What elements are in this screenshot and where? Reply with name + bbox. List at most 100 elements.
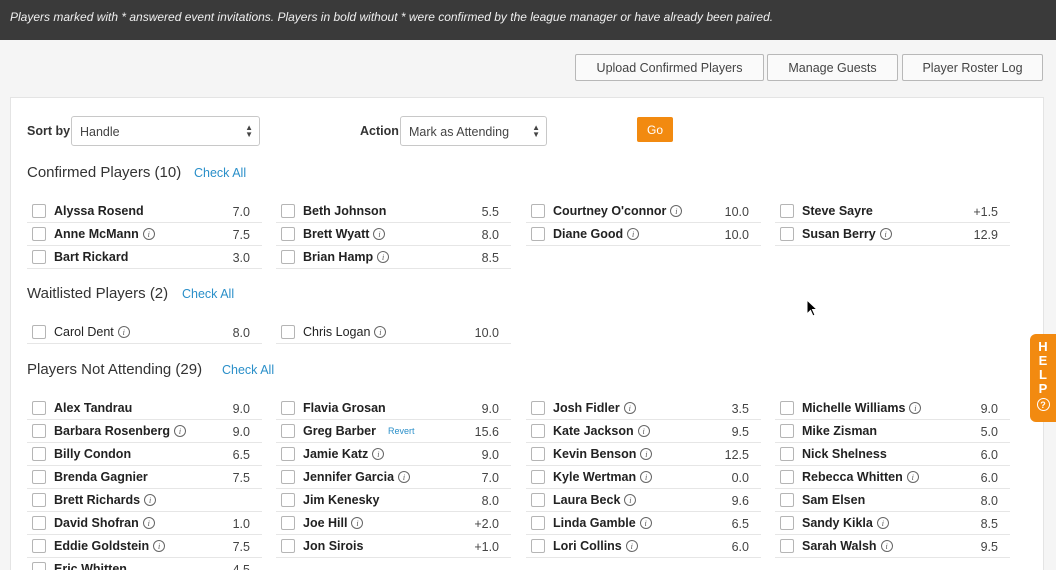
player-row[interactable]: Linda Gamble i 6.5 (526, 512, 761, 535)
player-row[interactable]: Anne McMann i 7.5 (27, 223, 262, 246)
waitlisted-check-all-link[interactable]: Check All (182, 287, 234, 301)
info-icon[interactable]: i (351, 517, 364, 529)
info-icon[interactable]: i (637, 425, 650, 437)
info-icon[interactable]: i (398, 471, 411, 483)
info-icon[interactable]: i (372, 448, 385, 460)
player-checkbox[interactable] (780, 227, 794, 241)
player-checkbox[interactable] (281, 447, 295, 461)
player-roster-log-button[interactable]: Player Roster Log (902, 54, 1043, 81)
player-checkbox[interactable] (281, 539, 295, 553)
player-row[interactable]: Greg Barber Revert 15.6 (276, 420, 511, 443)
player-row[interactable]: Brett Wyatt i 8.0 (276, 223, 511, 246)
player-checkbox[interactable] (32, 401, 46, 415)
player-row[interactable]: Eric Whitten 4.5 (27, 558, 262, 570)
player-checkbox[interactable] (281, 424, 295, 438)
player-row[interactable]: Beth Johnson 5.5 (276, 200, 511, 223)
player-row[interactable]: Joe Hill i +2.0 (276, 512, 511, 535)
player-checkbox[interactable] (281, 470, 295, 484)
player-row[interactable]: Nick Shelness 6.0 (775, 443, 1010, 466)
player-row[interactable]: Barbara Rosenberg i 9.0 (27, 420, 262, 443)
player-checkbox[interactable] (32, 493, 46, 507)
player-row[interactable]: Susan Berry i 12.9 (775, 223, 1010, 246)
player-row[interactable]: Brian Hamp i 8.5 (276, 246, 511, 269)
player-checkbox[interactable] (281, 204, 295, 218)
info-icon[interactable]: i (880, 540, 893, 552)
player-row[interactable]: Alex Tandrau 9.0 (27, 397, 262, 420)
player-row[interactable]: Kevin Benson i 12.5 (526, 443, 761, 466)
player-row[interactable]: Lori Collins i 6.0 (526, 535, 761, 558)
player-row[interactable]: Courtney O'connor i 10.0 (526, 200, 761, 223)
info-icon[interactable]: i (117, 326, 130, 338)
info-icon[interactable]: i (374, 326, 387, 338)
player-checkbox[interactable] (32, 424, 46, 438)
player-row[interactable]: Jamie Katz i 9.0 (276, 443, 511, 466)
player-checkbox[interactable] (32, 562, 46, 570)
player-checkbox[interactable] (32, 325, 46, 339)
info-icon[interactable]: i (142, 517, 155, 529)
info-icon[interactable]: i (625, 540, 638, 552)
player-checkbox[interactable] (780, 493, 794, 507)
player-checkbox[interactable] (281, 250, 295, 264)
player-row[interactable]: Alyssa Rosend 7.0 (27, 200, 262, 223)
player-row[interactable]: Diane Good i 10.0 (526, 223, 761, 246)
player-row[interactable]: Billy Condon 6.5 (27, 443, 262, 466)
player-checkbox[interactable] (531, 539, 545, 553)
player-row[interactable]: Steve Sayre +1.5 (775, 200, 1010, 223)
player-checkbox[interactable] (780, 539, 794, 553)
player-row[interactable]: Brenda Gagnier 7.5 (27, 466, 262, 489)
action-select[interactable]: Mark as Attending ▲ ▼ (400, 116, 547, 146)
player-checkbox[interactable] (32, 227, 46, 241)
player-checkbox[interactable] (531, 227, 545, 241)
info-icon[interactable]: i (670, 205, 683, 217)
player-row[interactable]: Kyle Wertman i 0.0 (526, 466, 761, 489)
upload-confirmed-players-button[interactable]: Upload Confirmed Players (575, 54, 764, 81)
player-checkbox[interactable] (531, 401, 545, 415)
player-row[interactable]: Chris Logan i 10.0 (276, 321, 511, 344)
info-icon[interactable]: i (174, 425, 187, 437)
player-row[interactable]: Laura Beck i 9.6 (526, 489, 761, 512)
player-checkbox[interactable] (281, 516, 295, 530)
info-icon[interactable]: i (640, 471, 653, 483)
player-checkbox[interactable] (32, 539, 46, 553)
revert-link[interactable]: Revert (388, 426, 415, 436)
player-checkbox[interactable] (32, 470, 46, 484)
player-row[interactable]: Sandy Kikla i 8.5 (775, 512, 1010, 535)
player-checkbox[interactable] (531, 470, 545, 484)
info-icon[interactable]: i (909, 402, 922, 414)
player-row[interactable]: Jim Kenesky 8.0 (276, 489, 511, 512)
player-row[interactable]: Jon Sirois +1.0 (276, 535, 511, 558)
player-checkbox[interactable] (531, 493, 545, 507)
player-row[interactable]: Sarah Walsh i 9.5 (775, 535, 1010, 558)
player-checkbox[interactable] (32, 516, 46, 530)
sort-select[interactable]: Handle ▲ ▼ (71, 116, 260, 146)
info-icon[interactable]: i (639, 517, 652, 529)
player-row[interactable]: Jennifer Garcia i 7.0 (276, 466, 511, 489)
player-checkbox[interactable] (281, 493, 295, 507)
info-icon[interactable]: i (624, 494, 637, 506)
manage-guests-button[interactable]: Manage Guests (767, 54, 898, 81)
player-checkbox[interactable] (281, 401, 295, 415)
info-icon[interactable]: i (377, 251, 390, 263)
player-checkbox[interactable] (281, 227, 295, 241)
info-icon[interactable]: i (640, 448, 653, 460)
player-checkbox[interactable] (780, 447, 794, 461)
player-checkbox[interactable] (32, 250, 46, 264)
info-icon[interactable]: i (144, 494, 157, 506)
player-row[interactable]: Mike Zisman 5.0 (775, 420, 1010, 443)
player-row[interactable]: David Shofran i 1.0 (27, 512, 262, 535)
player-checkbox[interactable] (780, 516, 794, 530)
player-checkbox[interactable] (531, 516, 545, 530)
player-checkbox[interactable] (32, 204, 46, 218)
info-icon[interactable]: i (879, 228, 892, 240)
player-checkbox[interactable] (281, 325, 295, 339)
player-row[interactable]: Michelle Williams i 9.0 (775, 397, 1010, 420)
player-checkbox[interactable] (780, 424, 794, 438)
player-row[interactable]: Flavia Grosan 9.0 (276, 397, 511, 420)
player-checkbox[interactable] (531, 447, 545, 461)
player-row[interactable]: Rebecca Whitten i 6.0 (775, 466, 1010, 489)
player-checkbox[interactable] (32, 447, 46, 461)
not-attending-check-all-link[interactable]: Check All (222, 363, 274, 377)
info-icon[interactable]: i (142, 228, 155, 240)
info-icon[interactable]: i (627, 228, 640, 240)
player-row[interactable]: Bart Rickard 3.0 (27, 246, 262, 269)
